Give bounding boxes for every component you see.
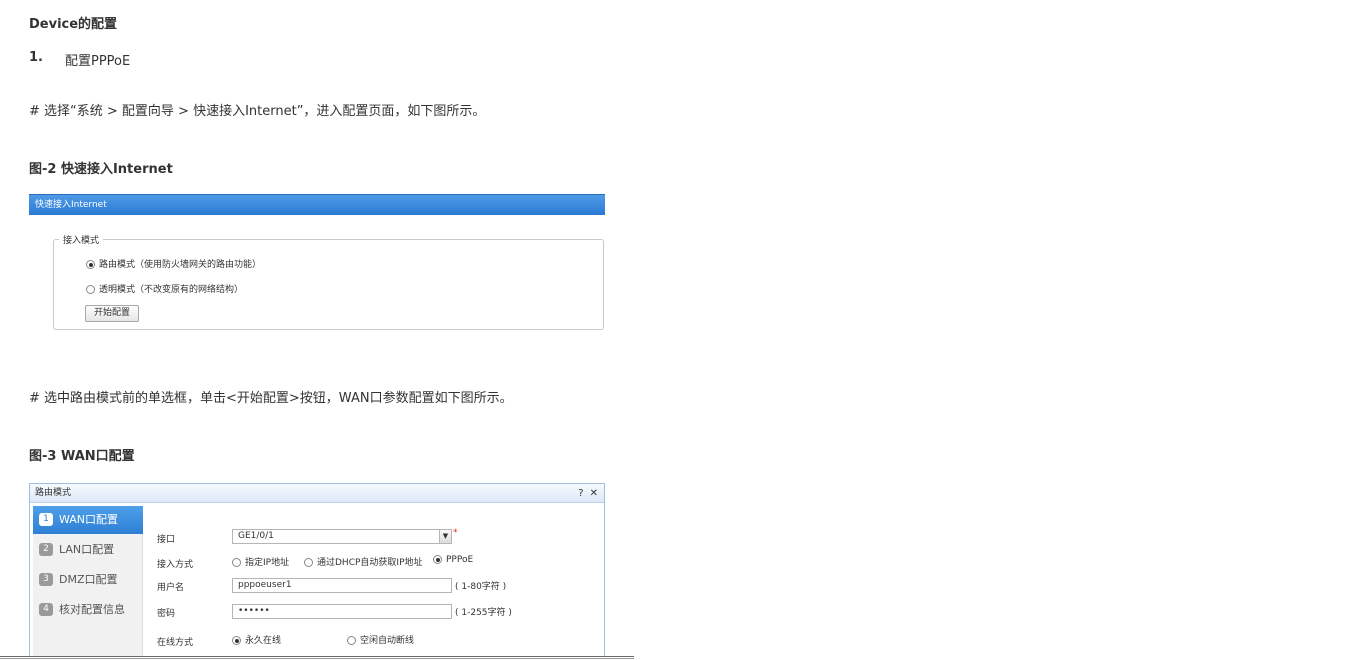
step-dmz-config[interactable]: 3 DMZ口配置: [33, 566, 143, 594]
username-label: 用户名: [157, 583, 185, 593]
step-label: 核对配置信息: [59, 603, 125, 616]
route-mode-label: 路由模式（使用防火墙网关的路由功能）: [99, 260, 262, 270]
username-input[interactable]: pppoeuser1: [232, 578, 452, 593]
static-ip-label: 指定IP地址: [245, 558, 290, 568]
route-mode-option[interactable]: 路由模式（使用防火墙网关的路由功能）: [86, 257, 261, 270]
username-hint: ( 1-80字符 ): [455, 582, 507, 592]
instruction-paragraph-1: # 选择“系统 > 配置向导 > 快速接入Internet”，进入配置页面，如下…: [29, 104, 486, 119]
transparent-mode-radio[interactable]: [86, 285, 95, 294]
static-ip-radio[interactable]: [232, 558, 241, 567]
step-number-badge: 3: [39, 572, 53, 586]
dhcp-option[interactable]: 通过DHCP自动获取IP地址: [304, 555, 423, 568]
step-label: DMZ口配置: [59, 573, 118, 586]
idle-disconnect-label: 空闲自动断线: [360, 636, 415, 646]
always-online-label: 永久在线: [245, 636, 282, 646]
idle-disconnect-radio[interactable]: [347, 636, 356, 645]
transparent-mode-label: 透明模式（不改变原有的网络结构）: [99, 285, 244, 295]
transparent-mode-option[interactable]: 透明模式（不改变原有的网络结构）: [86, 282, 243, 295]
section-title: Device的配置: [29, 17, 118, 32]
password-label: 密码: [157, 609, 176, 619]
password-hint: ( 1-255字符 ): [455, 608, 512, 618]
start-config-button[interactable]: 开始配置: [85, 305, 139, 322]
step-wan-config[interactable]: 1 WAN口配置: [33, 506, 143, 534]
chevron-down-icon[interactable]: ▼: [439, 530, 451, 543]
instruction-paragraph-2: # 选中路由模式前的单选框，单击<开始配置>按钮，WAN口参数配置如下图所示。: [29, 391, 513, 406]
dhcp-radio[interactable]: [304, 558, 313, 567]
step-label: LAN口配置: [59, 543, 115, 556]
access-mode-label: 接入方式: [157, 560, 194, 570]
step-number: 1.: [29, 50, 43, 65]
required-mark: *: [453, 528, 458, 538]
always-online-radio[interactable]: [232, 636, 241, 645]
step-number-badge: 4: [39, 602, 53, 616]
step-lan-config[interactable]: 2 LAN口配置: [33, 536, 143, 564]
password-input[interactable]: ••••••: [232, 604, 452, 619]
page-bottom-border: [0, 656, 634, 657]
step-number-badge: 1: [39, 512, 53, 526]
pppoe-option[interactable]: PPPoE: [433, 555, 473, 565]
access-mode-legend: 接入模式: [59, 233, 104, 246]
interface-value: GE1/0/1: [238, 531, 274, 541]
figure-3-caption: 图-3 WAN口配置: [29, 449, 135, 464]
figure-3-wan-config-screenshot: 路由模式 ? ✕ 1 WAN口配置 2 LAN口配置 3 DMZ口配置 4 核对配置信息 …: [29, 483, 605, 657]
figure-2-caption: 图-2 快速接入Internet: [29, 162, 173, 177]
step-number-badge: 2: [39, 542, 53, 556]
dialog-controls: ? ✕: [572, 484, 598, 503]
interface-label: 接口: [157, 535, 176, 545]
idle-disconnect-option[interactable]: 空闲自动断线: [347, 633, 414, 646]
pppoe-radio[interactable]: [433, 555, 442, 564]
wizard-step-sidebar: 1 WAN口配置 2 LAN口配置 3 DMZ口配置 4 核对配置信息: [33, 506, 143, 656]
route-mode-radio[interactable]: [86, 260, 95, 269]
always-online-option[interactable]: 永久在线: [232, 633, 281, 646]
step-label: WAN口配置: [59, 513, 119, 526]
close-icon[interactable]: ✕: [590, 488, 598, 499]
pppoe-label: PPPoE: [446, 555, 474, 565]
page-bottom-border-secondary: [0, 658, 634, 659]
interface-select[interactable]: GE1/0/1 ▼: [232, 529, 452, 544]
help-icon[interactable]: ?: [578, 488, 583, 499]
step-verify-config[interactable]: 4 核对配置信息: [33, 596, 143, 624]
step-label: 配置PPPoE: [65, 54, 131, 69]
figure-2-quick-internet-screenshot: 快速接入Internet 接入模式 路由模式（使用防火墙网关的路由功能） 透明模…: [29, 194, 605, 334]
static-ip-option[interactable]: 指定IP地址: [232, 555, 289, 568]
online-mode-label: 在线方式: [157, 638, 194, 648]
quick-internet-title-bar: 快速接入Internet: [29, 194, 605, 215]
route-mode-dialog-title: 路由模式: [30, 484, 604, 503]
dhcp-label: 通过DHCP自动获取IP地址: [317, 558, 423, 568]
